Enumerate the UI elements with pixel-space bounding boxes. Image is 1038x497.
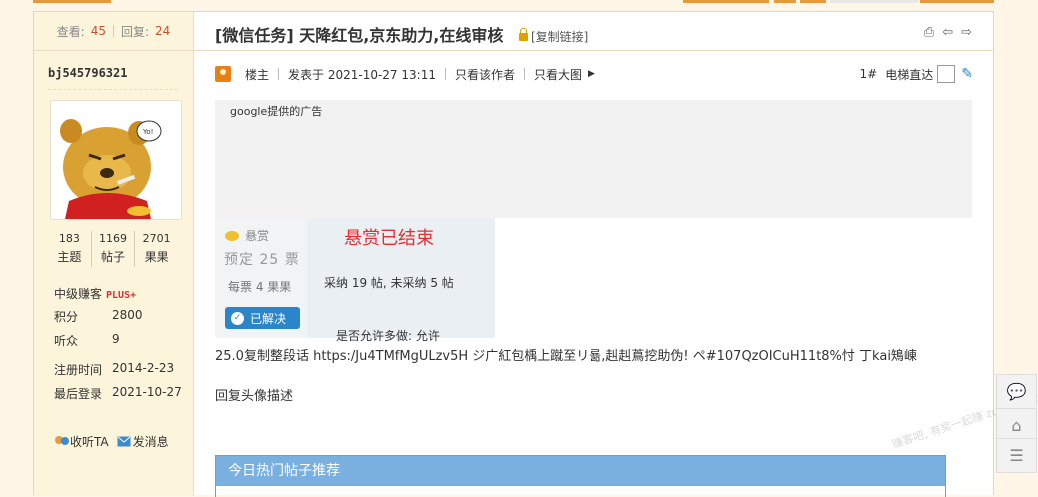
reward-panel: 悬赏 预定 25 票 每票 4 果果 ✓ 已解决 悬赏已结束 采纳 19 帖, 未…: [215, 218, 495, 343]
list-icon[interactable]: ☰: [996, 438, 1037, 473]
online-status-icon: [215, 66, 231, 82]
post-time: 发表于 2021-10-27 13:11: [288, 67, 436, 82]
copy-link-button[interactable]: [复制链接]: [518, 28, 588, 44]
solved-badge: ✓ 已解决: [225, 307, 300, 329]
post-meta: 楼主 发表于 2021-10-27 13:11 只看该作者 只看大图 ▶ 1# …: [215, 64, 973, 84]
reward-label: 悬赏: [245, 229, 270, 243]
author-last-login: 最后登录 2021-10-27: [54, 385, 182, 401]
elevator-input[interactable]: [937, 65, 956, 83]
author-username[interactable]: bj545796321: [48, 66, 127, 80]
prev-thread-icon[interactable]: ⇦: [942, 25, 953, 40]
svg-text:Yo!: Yo!: [142, 128, 153, 136]
author-rank: 中级赚客 PLUS+: [54, 287, 137, 301]
count-posts[interactable]: 1169 帖子: [92, 231, 136, 267]
post-body-line: 25.0复制整段话 https:/Ju4TMfMgULzv5H ジ广紅包楀上蹴至…: [215, 349, 917, 364]
author-actions: 收听TA 发消息: [54, 433, 169, 450]
top-tab-bar: [800, 0, 826, 3]
hot-threads-box: 今日热门帖子推荐: [215, 455, 946, 497]
envelope-icon: [117, 436, 131, 448]
top-tab-bar: [683, 0, 769, 3]
thread-title-row: [微信任务] 天降红包,京东助力,在线审核 [复制链接]: [215, 22, 588, 46]
top-tab-bar: [830, 0, 918, 3]
caret-right-icon: ▶: [588, 69, 595, 79]
top-tab-bar: [920, 0, 994, 3]
follow-button[interactable]: 收听TA: [54, 433, 109, 450]
top-tab-bar: [774, 0, 796, 3]
count-guoguo[interactable]: 2701 果果: [135, 231, 178, 267]
elevator-label: 电梯直达: [885, 67, 934, 82]
hot-threads-title: 今日热门帖子推荐: [216, 456, 945, 486]
author-listeners: 听众 9: [54, 332, 120, 348]
author-reg-date: 注册时间 2014-2-23: [54, 361, 175, 377]
comment-icon[interactable]: 💬: [996, 374, 1037, 409]
louzhu-label: 楼主: [245, 67, 270, 82]
coin-icon: [225, 230, 239, 241]
views-label: 查看:: [56, 24, 85, 39]
replies-count: 24: [155, 24, 171, 38]
count-topics[interactable]: 183 主题: [48, 231, 92, 267]
avatar[interactable]: Yo!: [50, 100, 182, 220]
reward-ended-text: 悬赏已结束: [344, 228, 434, 249]
floor-number: 1#: [859, 67, 878, 81]
replies-label: 回复:: [121, 24, 150, 39]
author-counts: 183 主题 1169 帖子 2701 果果: [48, 231, 178, 267]
post-body-line: 回复头像描述: [215, 389, 294, 404]
reward-amount: 预定 25 票: [224, 252, 300, 268]
author-sidebar: 查看: 45 回复: 24 bj545796321 Yo! 183 主题 116…: [34, 12, 194, 496]
views-count: 45: [90, 24, 106, 38]
reward-per-vote: 每票 4 果果: [228, 280, 292, 294]
author-points: 积分 2800: [54, 308, 143, 324]
lock-icon: [518, 28, 528, 41]
post-container: 查看: 45 回复: 24 bj545796321 Yo! 183 主题 116…: [33, 11, 994, 497]
thread-title: [微信任务] 天降红包,京东助力,在线审核: [215, 26, 504, 45]
print-icon[interactable]: ⎙: [924, 25, 934, 40]
allow-many-text: 是否允许多做: 允许: [336, 329, 440, 343]
reward-summary: 悬赏 预定 25 票 每票 4 果果 ✓ 已解决: [215, 218, 307, 338]
thread-stats: 查看: 45 回复: 24: [34, 12, 193, 51]
message-button[interactable]: 发消息: [117, 433, 169, 450]
top-tab-bar: [33, 0, 111, 3]
thread-tools: ⎙ ⇦ ⇨: [924, 25, 972, 40]
only-images-link[interactable]: 只看大图: [534, 66, 582, 83]
plus-badge: PLUS+: [106, 290, 137, 301]
elevator-go-icon[interactable]: ✎: [961, 66, 973, 82]
next-thread-icon[interactable]: ⇨: [961, 25, 972, 40]
post-main: [微信任务] 天降红包,京东助力,在线审核 [复制链接] ⎙ ⇦ ⇨ 楼主 发表…: [194, 12, 994, 497]
only-author-link[interactable]: 只看该作者: [455, 66, 515, 83]
adopt-stats: 采纳 19 帖, 未采纳 5 帖: [324, 276, 454, 290]
google-ad-box[interactable]: google提供的广告: [215, 100, 972, 218]
follow-icon: [54, 435, 69, 447]
check-icon: ✓: [231, 311, 244, 325]
